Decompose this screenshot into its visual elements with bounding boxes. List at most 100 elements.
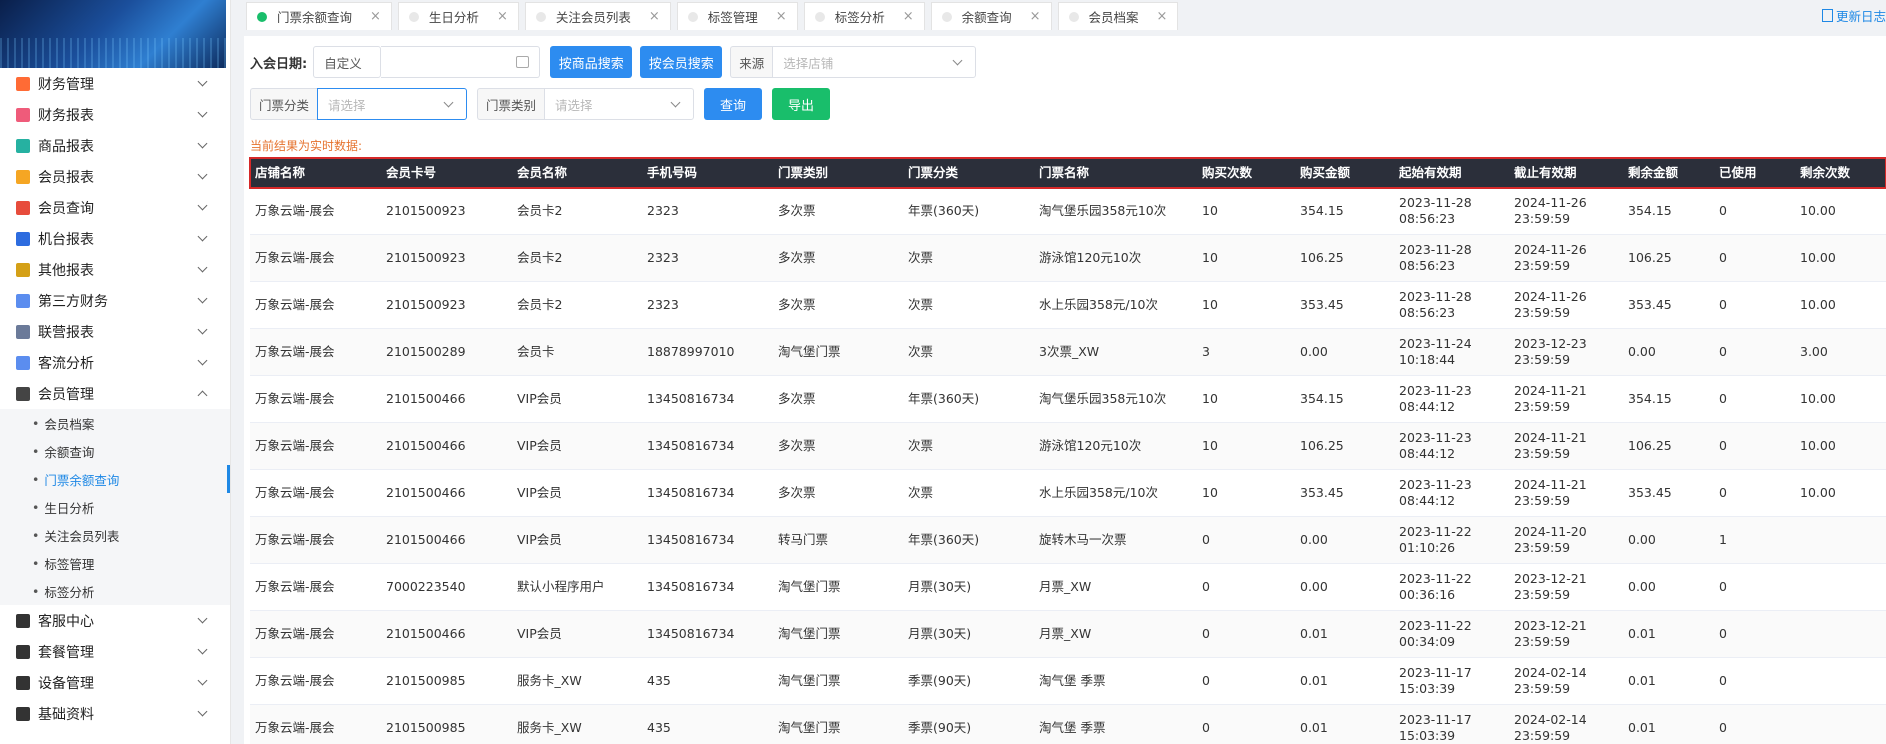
- column-header[interactable]: 剩余次数: [1795, 165, 1876, 181]
- table-row[interactable]: 万象云端-展会 2101500289 会员卡 18878997010 淘气堡门票 次票 3次…: [250, 329, 1886, 376]
- close-icon[interactable]: ×: [1157, 9, 1168, 24]
- table-row[interactable]: 万象云端-展会 2101500466 VIP会员 13450816734 淘气堡门票 月票…: [250, 611, 1886, 658]
- tab-item[interactable]: 余额查询 ×: [930, 2, 1052, 30]
- table-cell: 游泳馆120元10次: [1039, 438, 1142, 453]
- column-header[interactable]: 购买次数: [1197, 165, 1295, 181]
- sidebar-item[interactable]: 联营报表: [0, 316, 230, 347]
- table-cell: 2101500466: [386, 438, 466, 453]
- table-cell: 0: [1719, 673, 1727, 688]
- table-row[interactable]: 万象云端-展会 7000223540 默认小程序用户 13450816734 淘气堡门票…: [250, 564, 1886, 611]
- sidebar-subitem[interactable]: 关注会员列表: [0, 521, 230, 549]
- column-header[interactable]: 门票分类: [903, 165, 1034, 181]
- sidebar-item-label: 财务报表: [38, 107, 94, 124]
- table-row[interactable]: 万象云端-展会 2101500466 VIP会员 13450816734 多次票 年票(3…: [250, 376, 1886, 423]
- main-area: 门票余额查询 × 生日分析 × 关注会员列表 × 标签管理 × 标签分析 × 余额查询 × 会员档案 × …: [244, 0, 1886, 744]
- table-cell: 10.00: [1800, 485, 1836, 500]
- column-header[interactable]: 起始有效期: [1394, 165, 1509, 181]
- table-cell: 淘气堡门票: [778, 626, 841, 641]
- column-header[interactable]: 会员名称: [512, 165, 642, 181]
- date-range-input[interactable]: [381, 46, 541, 78]
- close-icon[interactable]: ×: [903, 9, 914, 24]
- close-icon[interactable]: ×: [776, 9, 787, 24]
- sidebar-item[interactable]: 客流分析: [0, 347, 230, 378]
- tab-item[interactable]: 生日分析 ×: [397, 2, 519, 30]
- ticket-category-select[interactable]: 请选择: [317, 88, 468, 120]
- column-header[interactable]: 购买金额: [1295, 165, 1394, 181]
- tab-item[interactable]: 会员档案 ×: [1057, 2, 1179, 30]
- table-cell: 多次票: [778, 485, 816, 500]
- table-row[interactable]: 万象云端-展会 2101500985 服务卡_XW 435 淘气堡门票 季票(90天) 淘气…: [250, 705, 1886, 744]
- close-icon[interactable]: ×: [1030, 9, 1041, 24]
- sidebar-item[interactable]: 设备管理: [0, 667, 230, 698]
- sidebar-subitem[interactable]: 标签分析: [0, 577, 230, 605]
- finance-report-icon: [16, 107, 30, 122]
- column-header[interactable]: 门票名称: [1034, 165, 1197, 181]
- status-dot-icon: [408, 11, 419, 22]
- content-panel: 入会日期: 自定义 按商品搜索 按会员搜索 来源 选择店铺 门票分类 请选择 门…: [244, 36, 1886, 744]
- sidebar-item[interactable]: 客服中心: [0, 605, 230, 636]
- sidebar-item[interactable]: 商品报表: [0, 130, 230, 161]
- table-row[interactable]: 万象云端-展会 2101500466 VIP会员 13450816734 多次票 次票 游泳…: [250, 423, 1886, 470]
- sidebar-subitem[interactable]: 会员档案: [0, 409, 230, 437]
- table-cell: 2023-12-21 23:59:59: [1509, 618, 1623, 650]
- table-cell: 0.01: [1300, 673, 1328, 688]
- sidebar-item[interactable]: 会员查询: [0, 192, 230, 223]
- table-cell: 10.00: [1800, 250, 1836, 265]
- sidebar-item[interactable]: 财务报表: [0, 99, 230, 130]
- sidebar-item[interactable]: 财务管理: [0, 68, 230, 99]
- query-button[interactable]: 查询: [704, 88, 763, 120]
- table-cell: 0.01: [1300, 626, 1328, 641]
- search-by-member-button[interactable]: 按会员搜索: [640, 46, 723, 78]
- column-header[interactable]: 会员卡号: [381, 165, 512, 181]
- column-header[interactable]: 剩余金额: [1623, 165, 1714, 181]
- sidebar-item[interactable]: 第三方财务: [0, 285, 230, 316]
- sidebar-subitem[interactable]: 生日分析: [0, 493, 230, 521]
- sidebar-item[interactable]: 基础资料: [0, 698, 230, 729]
- sidebar-subitem[interactable]: 标签管理: [0, 549, 230, 577]
- date-mode-select[interactable]: 自定义: [313, 46, 382, 78]
- tab-item[interactable]: 门票余额查询 ×: [246, 2, 392, 30]
- table-row[interactable]: 万象云端-展会 2101500466 VIP会员 13450816734 转马门票 年票(…: [250, 517, 1886, 564]
- table-cell: 0.00: [1628, 344, 1656, 359]
- table-cell: 2024-11-21 23:59:59: [1509, 383, 1623, 415]
- table-cell: 13450816734: [647, 391, 735, 406]
- sidebar-subitem[interactable]: 余额查询: [0, 437, 230, 465]
- search-by-goods-button[interactable]: 按商品搜索: [550, 46, 633, 78]
- chevron-down-icon: [197, 355, 208, 366]
- table-row[interactable]: 万象云端-展会 2101500923 会员卡2 2323 多次票 次票 水上乐园358元/1…: [250, 282, 1886, 329]
- cell-time: 23:59:59: [1514, 681, 1571, 696]
- close-icon[interactable]: ×: [370, 9, 381, 24]
- update-log-link[interactable]: 更新日志: [1821, 6, 1886, 25]
- sidebar-item[interactable]: 机台报表: [0, 223, 230, 254]
- source-select[interactable]: 选择店铺: [772, 46, 977, 78]
- table-row[interactable]: 万象云端-展会 2101500923 会员卡2 2323 多次票 次票 游泳馆120元10次…: [250, 235, 1886, 282]
- table-row[interactable]: 万象云端-展会 2101500923 会员卡2 2323 多次票 年票(360天) 淘气堡乐…: [250, 188, 1886, 235]
- cell-date: 2024-02-14: [1514, 665, 1587, 680]
- column-header[interactable]: 店铺名称: [250, 165, 381, 181]
- ticket-type-select[interactable]: 请选择: [544, 88, 695, 120]
- table-cell: 7000223540: [386, 579, 466, 594]
- sidebar-item[interactable]: 套餐管理: [0, 636, 230, 667]
- table-cell: 106.25: [1300, 250, 1344, 265]
- table-cell: 10: [1202, 485, 1218, 500]
- column-header[interactable]: 手机号码: [642, 165, 773, 181]
- tab-item[interactable]: 标签管理 ×: [676, 2, 798, 30]
- table-cell: 0.01: [1628, 673, 1656, 688]
- close-icon[interactable]: ×: [649, 9, 660, 24]
- column-header[interactable]: 截止有效期: [1509, 165, 1623, 181]
- sidebar-item[interactable]: 会员报表: [0, 161, 230, 192]
- tab-item[interactable]: 关注会员列表 ×: [524, 2, 671, 30]
- table-row[interactable]: 万象云端-展会 2101500466 VIP会员 13450816734 多次票 次票 水上…: [250, 470, 1886, 517]
- table-cell: 3.00: [1800, 344, 1828, 359]
- tab-item[interactable]: 标签分析 ×: [803, 2, 925, 30]
- column-header[interactable]: 已使用: [1714, 165, 1795, 181]
- table-cell: 2024-11-20 23:59:59: [1509, 524, 1623, 556]
- export-button[interactable]: 导出: [772, 88, 831, 120]
- table-row[interactable]: 万象云端-展会 2101500985 服务卡_XW 435 淘气堡门票 季票(90天) 淘气…: [250, 658, 1886, 705]
- sidebar-item[interactable]: 会员管理: [0, 378, 230, 409]
- column-header[interactable]: 门票类别: [773, 165, 903, 181]
- sidebar-item[interactable]: 其他报表: [0, 254, 230, 285]
- close-icon[interactable]: ×: [497, 9, 508, 24]
- sidebar-subitem[interactable]: 门票余额查询: [0, 465, 230, 493]
- chevron-down-icon: [197, 644, 208, 655]
